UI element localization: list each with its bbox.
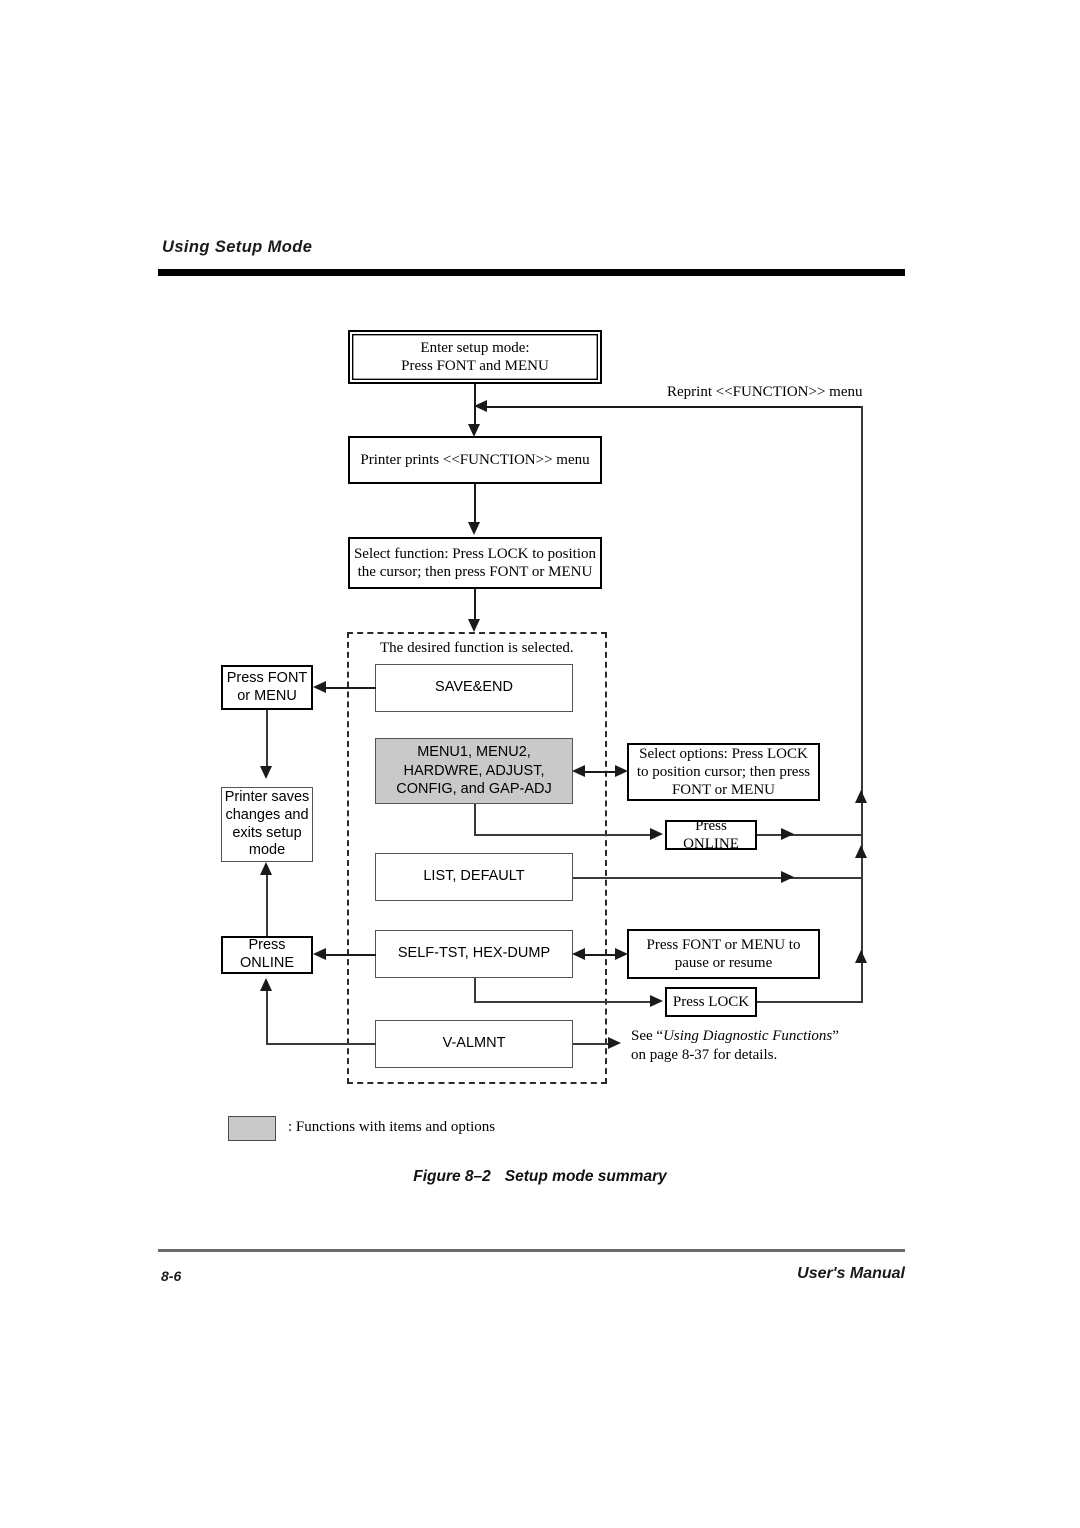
arrowhead-menu-to-select-options xyxy=(615,765,628,777)
connector-prints-to-select xyxy=(474,484,477,526)
diagnostic-note-prefix: See “ xyxy=(631,1028,664,1044)
flow-box-press-online-right-label: Press ONLINE xyxy=(683,817,739,852)
connector-reprint-horizontal xyxy=(482,406,862,408)
flow-box-self-test: SELF-TST, HEX-DUMP xyxy=(375,930,573,978)
flow-box-press-online-left: Press ONLINE xyxy=(221,936,313,974)
flow-box-printer-saves-label: Printer saves changes and exits setup mo… xyxy=(224,789,310,859)
flow-box-select-function: Select function: Press LOCK to position … xyxy=(348,537,602,589)
connector-self-test-down xyxy=(474,978,476,1002)
flow-box-enter-setup-label: Enter setup mode: Press FONT and MENU xyxy=(401,339,549,374)
arrowhead-select-to-region xyxy=(468,619,480,632)
arrowhead-v-almnt-to-note xyxy=(608,1037,621,1049)
flow-box-select-options-label: Select options: Press LOCK to position c… xyxy=(636,745,811,799)
flow-box-menu-functions-label: MENU1, MENU2, HARDWRE, ADJUST, CONFIG, a… xyxy=(396,743,552,798)
arrowhead-menu-to-online-right xyxy=(650,828,663,840)
flow-box-press-lock: Press LOCK xyxy=(665,987,757,1017)
connector-v-almnt-left-vertical xyxy=(266,990,268,1044)
flow-box-pause-resume: Press FONT or MENU to pause or resume xyxy=(627,929,820,979)
flow-box-select-options: Select options: Press LOCK to position c… xyxy=(627,743,820,801)
arrowhead-self-test-to-online xyxy=(313,948,326,960)
desired-function-note: The desired function is selected. xyxy=(380,640,574,656)
footer-page-number: 8-6 xyxy=(161,1268,182,1284)
arrowhead-self-test-to-lock xyxy=(650,995,663,1007)
arrowhead-rail-lower xyxy=(855,950,867,963)
arrowhead-online-right-to-rail xyxy=(781,828,794,840)
arrowhead-list-default-to-rail xyxy=(781,871,794,883)
flow-box-press-font-or-menu: Press FONT or MENU xyxy=(221,665,313,710)
flow-box-self-test-label: SELF-TST, HEX-DUMP xyxy=(397,945,551,962)
figure-caption-title: Setup mode summary xyxy=(504,1168,667,1185)
figure-caption-number: Figure 8–2 xyxy=(413,1168,491,1185)
header-rule xyxy=(158,268,905,276)
flow-box-save-end: SAVE&END xyxy=(375,664,573,712)
arrowhead-self-test-to-pause xyxy=(615,948,628,960)
flow-box-list-default-label: LIST, DEFAULT xyxy=(423,868,525,885)
footer-manual-label: User's Manual xyxy=(797,1265,905,1282)
connector-v-almnt-left-horizontal xyxy=(266,1043,376,1045)
connector-list-default-to-rail xyxy=(573,877,862,879)
arrowhead-prints-to-select xyxy=(468,522,480,535)
flow-box-press-lock-label: Press LOCK xyxy=(672,993,750,1010)
flow-box-printer-saves: Printer saves changes and exits setup mo… xyxy=(221,787,313,862)
connector-online-to-saves xyxy=(266,872,268,936)
diagnostic-note-line2: on page 8-37 for details. xyxy=(631,1047,778,1064)
figure-caption: Figure 8–2 Setup mode summary xyxy=(0,1168,1080,1186)
manual-page: Using Setup Mode Enter setup mode: Press… xyxy=(0,0,1080,1528)
connector-menu-to-online-right xyxy=(474,834,654,836)
flow-box-enter-setup: Enter setup mode: Press FONT and MENU xyxy=(348,330,602,384)
flow-box-printer-prints-label: Printer prints <<FUNCTION>> menu xyxy=(360,451,590,468)
flow-box-select-function-label: Select function: Press LOCK to position … xyxy=(353,545,597,580)
connector-lock-to-rail xyxy=(757,1001,863,1003)
arrowhead-rail-middle xyxy=(855,845,867,858)
flow-box-pause-resume-label: Press FONT or MENU to pause or resume xyxy=(646,936,801,971)
flow-box-v-almnt: V-ALMNT xyxy=(375,1020,573,1068)
legend-label: : Functions with items and options xyxy=(288,1119,496,1135)
arrowhead-v-almnt-to-online xyxy=(260,978,272,991)
flow-box-list-default: LIST, DEFAULT xyxy=(375,853,573,901)
arrowhead-online-to-saves xyxy=(260,862,272,875)
connector-menu-down xyxy=(474,804,476,834)
right-rail-vertical xyxy=(861,406,863,1002)
connector-font-menu-to-saves xyxy=(266,710,268,768)
diagnostic-note-suffix: ” xyxy=(832,1028,839,1044)
connector-save-end-to-font-menu xyxy=(322,687,376,689)
arrowhead-menu-from-select-options xyxy=(572,765,585,777)
arrowhead-self-test-from-pause xyxy=(572,948,585,960)
reprint-function-label: Reprint <<FUNCTION>> menu xyxy=(667,384,863,400)
connector-self-test-to-lock xyxy=(474,1001,654,1003)
footer-rule xyxy=(158,1249,905,1252)
flow-box-v-almnt-label: V-ALMNT xyxy=(442,1035,506,1052)
legend-gray-swatch xyxy=(228,1116,276,1141)
arrowhead-font-menu-to-saves xyxy=(260,766,272,779)
page-header-title: Using Setup Mode xyxy=(162,238,313,256)
flow-box-menu-functions: MENU1, MENU2, HARDWRE, ADJUST, CONFIG, a… xyxy=(375,738,573,804)
diagnostic-note-italic: Using Diagnostic Functions xyxy=(663,1028,833,1044)
diagnostic-note: See “Using Diagnostic Functions” on page … xyxy=(631,1027,881,1065)
flow-box-press-font-or-menu-label: Press FONT or MENU xyxy=(226,669,308,704)
arrowhead-reprint xyxy=(474,400,487,412)
flow-box-save-end-label: SAVE&END xyxy=(435,679,513,696)
arrowhead-rail-upper xyxy=(855,790,867,803)
connector-self-test-to-online xyxy=(322,954,376,956)
connector-online-right-to-rail xyxy=(757,834,862,836)
flow-box-printer-prints: Printer prints <<FUNCTION>> menu xyxy=(348,436,602,484)
arrowhead-save-end-to-font-menu xyxy=(313,681,326,693)
flow-box-press-online-right: Press ONLINE xyxy=(665,818,757,852)
flow-box-press-online-left-label: Press ONLINE xyxy=(240,937,294,971)
